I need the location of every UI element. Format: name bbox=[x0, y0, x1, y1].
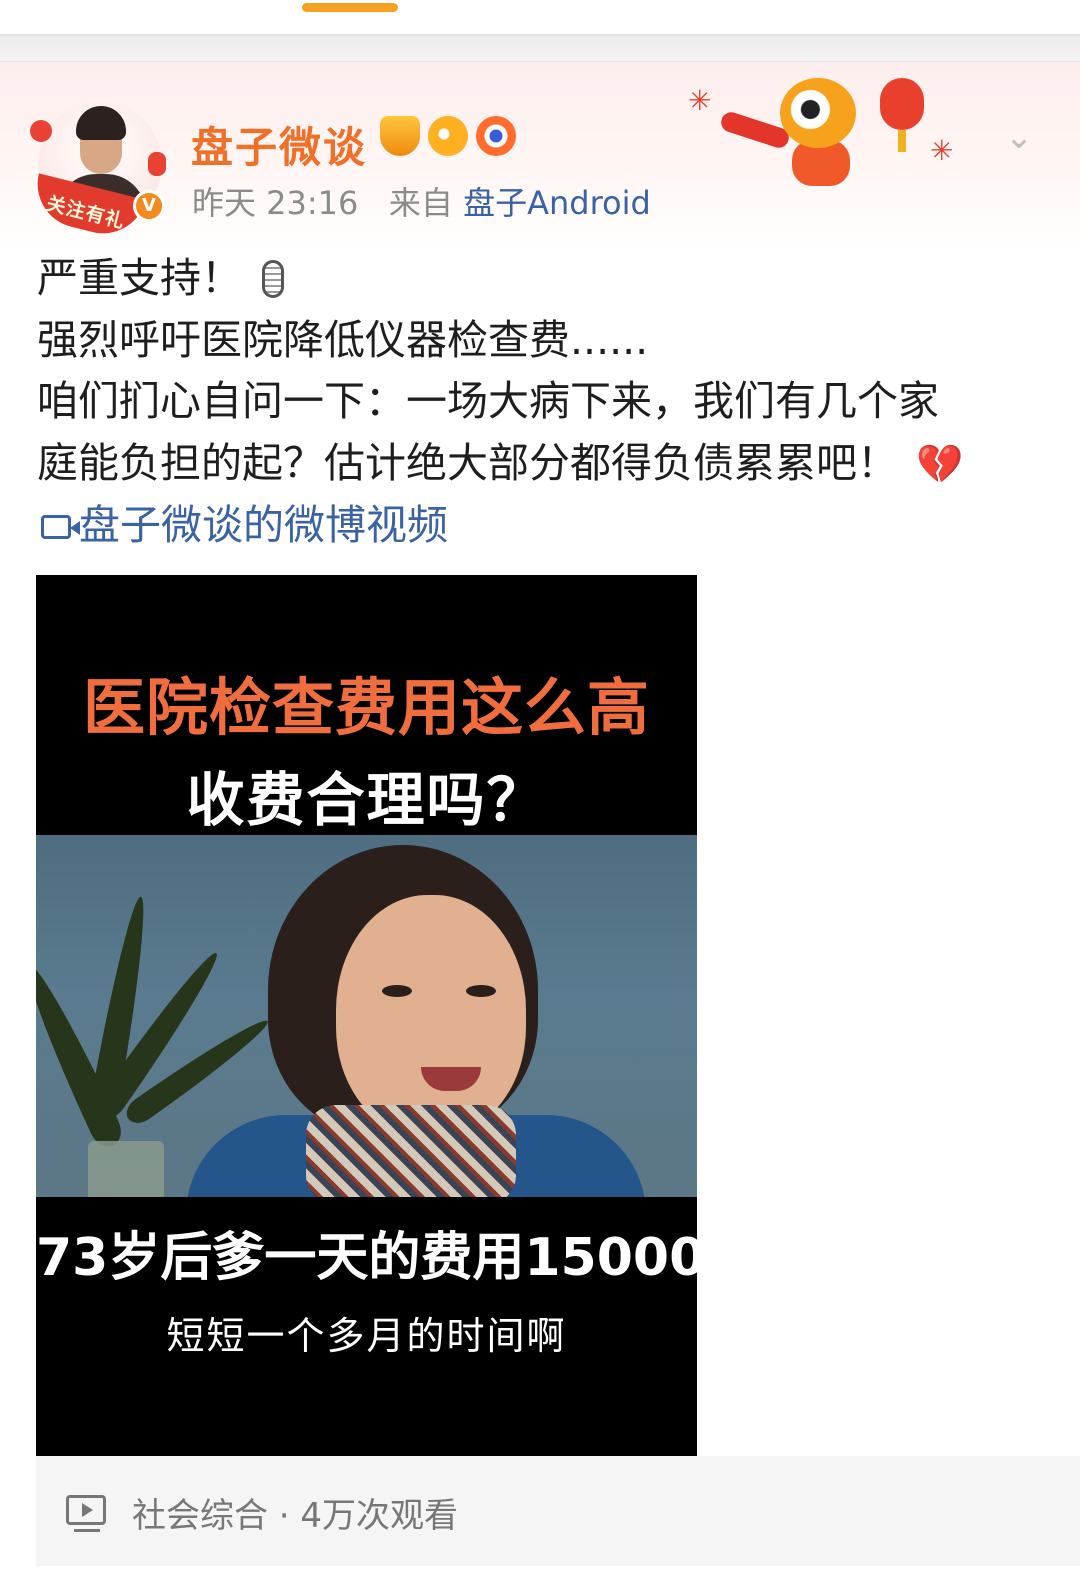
source-prefix: 来自 bbox=[388, 184, 453, 222]
post-text: 严重支持！ 强烈呼吁医院降低仪器检查费...... 咱们扪心自问一下：一场大病下… bbox=[37, 248, 1037, 557]
user-badges bbox=[380, 116, 516, 156]
video-camera-icon bbox=[41, 515, 80, 539]
post-time: 昨天 23:16 bbox=[192, 184, 359, 222]
feed-separator bbox=[0, 34, 1080, 62]
lantern-icon bbox=[148, 152, 166, 176]
top-tab-strip bbox=[0, 0, 1080, 34]
tab-indicator bbox=[302, 3, 398, 12]
microphone-icon bbox=[262, 260, 284, 298]
chevron-down-icon[interactable]: ⌄ bbox=[1002, 120, 1036, 154]
tiger-decoration-icon: ✳ ✳ bbox=[680, 70, 954, 200]
video-thumbnail[interactable]: 医院检查费用这么高 收费合理吗？ 73岁后爹一天的费用15000 短短一个多月的… bbox=[36, 575, 697, 1456]
video-title: 医院检查费用这么高 bbox=[82, 671, 650, 744]
video-caption-sub: 短短一个多月的时间啊 bbox=[166, 1314, 567, 1358]
video-link[interactable]: 盘子微谈的微博视频 bbox=[37, 495, 1037, 557]
broken-heart-icon: 💔 bbox=[916, 441, 964, 486]
post-text-line: 严重支持！ bbox=[37, 248, 1037, 310]
video-frame-image bbox=[36, 835, 697, 1197]
eye-badge-icon[interactable] bbox=[476, 116, 516, 156]
post-text-line: 庭能负担的起？估计绝大部分都得负债累累吧！ 💔 bbox=[37, 433, 1037, 496]
post-text-line: 强烈呼吁医院降低仪器检查费...... bbox=[37, 315, 649, 364]
video-caption: 73岁后爹一天的费用15000 bbox=[36, 1228, 697, 1288]
vip-icon: V bbox=[133, 190, 165, 222]
post-meta: 昨天 23:16 来自 盘子Android bbox=[192, 178, 651, 224]
post-text-line: 咱们扪心自问一下：一场大病下来，我们有几个家 bbox=[37, 377, 939, 425]
fish-badge-icon[interactable] bbox=[428, 116, 468, 156]
firework-icon: ✳ bbox=[688, 84, 712, 117]
play-icon bbox=[66, 1495, 106, 1525]
weibo-post-card: 关注有礼 V 盘子微谈 昨天 23:16 来自 盘子Android ✳ ✳ ⌄ … bbox=[0, 62, 1080, 1583]
firework-icon: ✳ bbox=[930, 134, 954, 167]
username[interactable]: 盘子微谈 bbox=[191, 114, 367, 175]
video-category-views: 社会综合 · 4万次观看 bbox=[132, 1496, 459, 1536]
avatar[interactable]: 关注有礼 V bbox=[28, 102, 170, 243]
flower-icon bbox=[30, 120, 52, 142]
post-source[interactable]: 盘子Android bbox=[463, 184, 651, 222]
video-subtitle: 收费合理吗？ bbox=[186, 766, 547, 834]
crown-badge-icon[interactable] bbox=[380, 116, 420, 156]
video-info-bar[interactable]: 社会综合 · 4万次观看 bbox=[36, 1456, 1080, 1566]
